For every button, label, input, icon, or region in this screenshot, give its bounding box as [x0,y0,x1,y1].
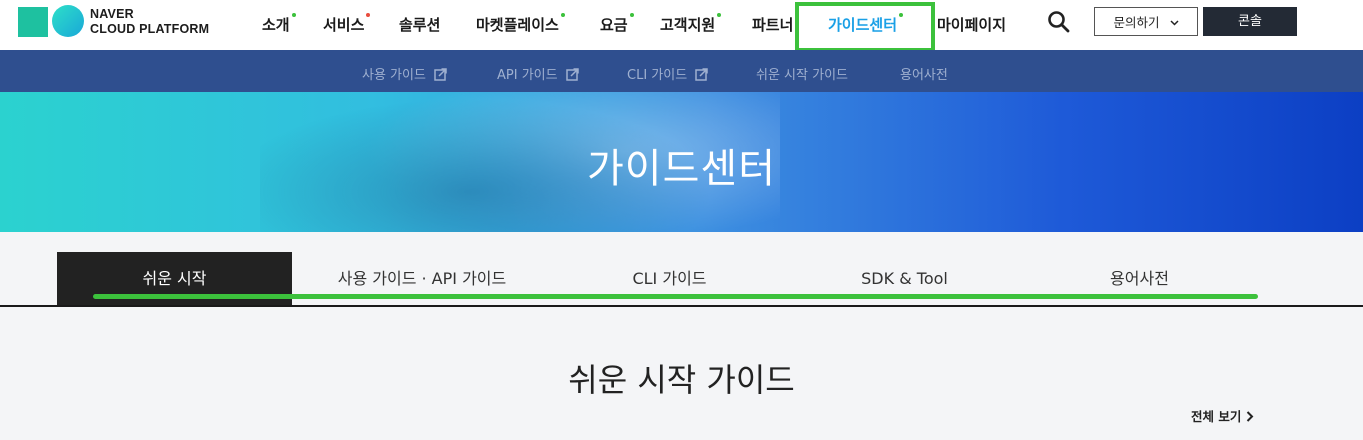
page-title: 가이드센터 [587,146,776,192]
subnav-label: 용어사전 [900,68,948,83]
menu-item-pricing[interactable]: 요금 [600,13,634,35]
menu-item-partner[interactable]: 파트너 [752,13,800,35]
new-dot-icon [291,13,296,17]
section-title: 쉬운 시작 가이드 [568,361,795,399]
console-button[interactable]: 콘솔 [1203,7,1297,36]
logo-line-2: CLOUD PLATFORM [90,22,210,36]
menu-item-solutions[interactable]: 솔루션 [399,14,440,35]
subnav-api-guide[interactable]: API 가이드 [497,64,579,85]
subnav-user-guide[interactable]: 사용 가이드 [362,64,447,85]
menu-label: 소개 [262,16,290,34]
menu-item-marketplace[interactable]: 마켓플레이스 [476,13,565,35]
external-link-icon [434,68,447,85]
menu-item-intro[interactable]: 소개 [262,13,296,35]
subnav-label: API 가이드 [497,68,558,83]
logo-line-1: NAVER [90,7,134,21]
guide-sub-navigation: 사용 가이드 API 가이드 CLI 가이드 쉬운 시작 가이드 용어사전 [0,50,1363,92]
chevron-down-icon [1169,8,1179,35]
menu-label: 솔루션 [399,16,441,34]
menu-label: 고객지원 [660,16,716,34]
menu-label: 서비스 [323,16,365,34]
subnav-label: 사용 가이드 [362,68,426,83]
subnav-label: CLI 가이드 [627,68,688,83]
subnav-quick-start-guide[interactable]: 쉬운 시작 가이드 [756,64,848,83]
inquiry-label: 문의하기 [1113,15,1160,30]
main-content: 쉬운 시작 가이드 전체 보기 [0,307,1363,440]
search-icon[interactable] [1047,10,1071,34]
subnav-glossary[interactable]: 용어사전 [900,64,948,83]
logo-mark-icon [18,5,84,39]
menu-label: 마이페이지 [937,16,1007,34]
view-all-link[interactable]: 전체 보기 [1191,406,1254,425]
menu-item-services[interactable]: 서비스 [323,13,371,35]
new-dot-icon [560,13,565,17]
view-all-label: 전체 보기 [1191,409,1242,424]
new-dot-icon [366,13,371,17]
active-menu-highlight [795,2,935,52]
menu-item-support[interactable]: 고객지원 [660,13,722,35]
new-dot-icon [629,13,634,17]
hero-banner: 가이드센터 [0,92,1363,232]
chevron-right-icon [1246,409,1254,424]
logo-text: NAVER CLOUD PLATFORM [90,7,209,37]
top-navigation-bar: NAVER CLOUD PLATFORM 소개 서비스 솔루션 마켓플레이스 요… [0,0,1363,52]
naver-cloud-logo[interactable]: NAVER CLOUD PLATFORM [18,5,228,39]
tabs-highlight-underline [93,294,1258,299]
menu-label: 요금 [600,16,628,34]
menu-label: 마켓플레이스 [476,16,559,34]
external-link-icon [695,68,708,85]
subnav-cli-guide[interactable]: CLI 가이드 [627,64,708,85]
subnav-label: 쉬운 시작 가이드 [756,68,848,83]
inquiry-dropdown-button[interactable]: 문의하기 [1094,7,1198,36]
new-dot-icon [717,13,722,17]
menu-item-mypage[interactable]: 마이페이지 [937,14,1006,35]
menu-label: 파트너 [752,16,794,34]
external-link-icon [565,68,579,85]
